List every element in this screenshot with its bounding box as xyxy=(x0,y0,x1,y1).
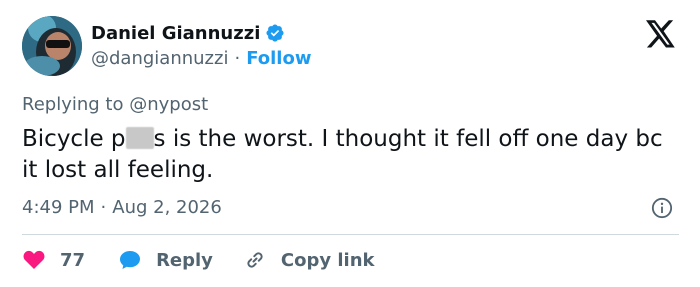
tweet-date: Aug 2, 2026 xyxy=(112,197,222,218)
author-handle[interactable]: @dangiannuzzi xyxy=(91,48,228,69)
tweet-text: Bicycle ps is the worst. I thought it fe… xyxy=(22,124,682,186)
reply-button[interactable]: Reply xyxy=(118,248,213,272)
x-logo-icon[interactable] xyxy=(646,20,676,48)
copy-link-button[interactable]: Copy link xyxy=(243,248,375,272)
like-count: 77 xyxy=(60,249,86,271)
info-icon[interactable] xyxy=(651,197,673,219)
author-handle-line: @dangiannuzzi · Follow xyxy=(91,48,311,69)
author-name-line: Daniel Giannuzzi xyxy=(91,20,285,46)
reply-context-prefix: Replying to xyxy=(22,94,124,115)
link-icon xyxy=(247,252,263,268)
tweet-text-part1: Bicycle p xyxy=(22,126,126,152)
avatar-photo xyxy=(22,16,82,76)
action-bar: 77 Reply Copy link xyxy=(22,246,375,274)
author-name[interactable]: Daniel Giannuzzi xyxy=(91,23,260,44)
reply-label: Reply xyxy=(156,249,213,271)
censored-word-blur xyxy=(125,127,154,149)
reply-mention-link[interactable]: @nypost xyxy=(129,94,208,115)
timestamp-separator: · xyxy=(100,197,107,218)
avatar[interactable] xyxy=(22,16,82,76)
tweet-time: 4:49 PM xyxy=(22,197,95,218)
like-button[interactable]: 77 xyxy=(22,248,85,272)
speech-bubble-icon xyxy=(120,251,141,269)
heart-icon xyxy=(23,250,45,269)
follow-button[interactable]: Follow xyxy=(246,48,311,69)
separator-dot: · xyxy=(234,48,241,69)
tweet-timestamp[interactable]: 4:49 PM · Aug 2, 2026 xyxy=(22,197,222,218)
reply-context: Replying to @nypost xyxy=(22,94,208,115)
divider xyxy=(22,234,679,235)
copy-link-label: Copy link xyxy=(280,249,375,271)
verified-badge-icon xyxy=(266,24,284,42)
